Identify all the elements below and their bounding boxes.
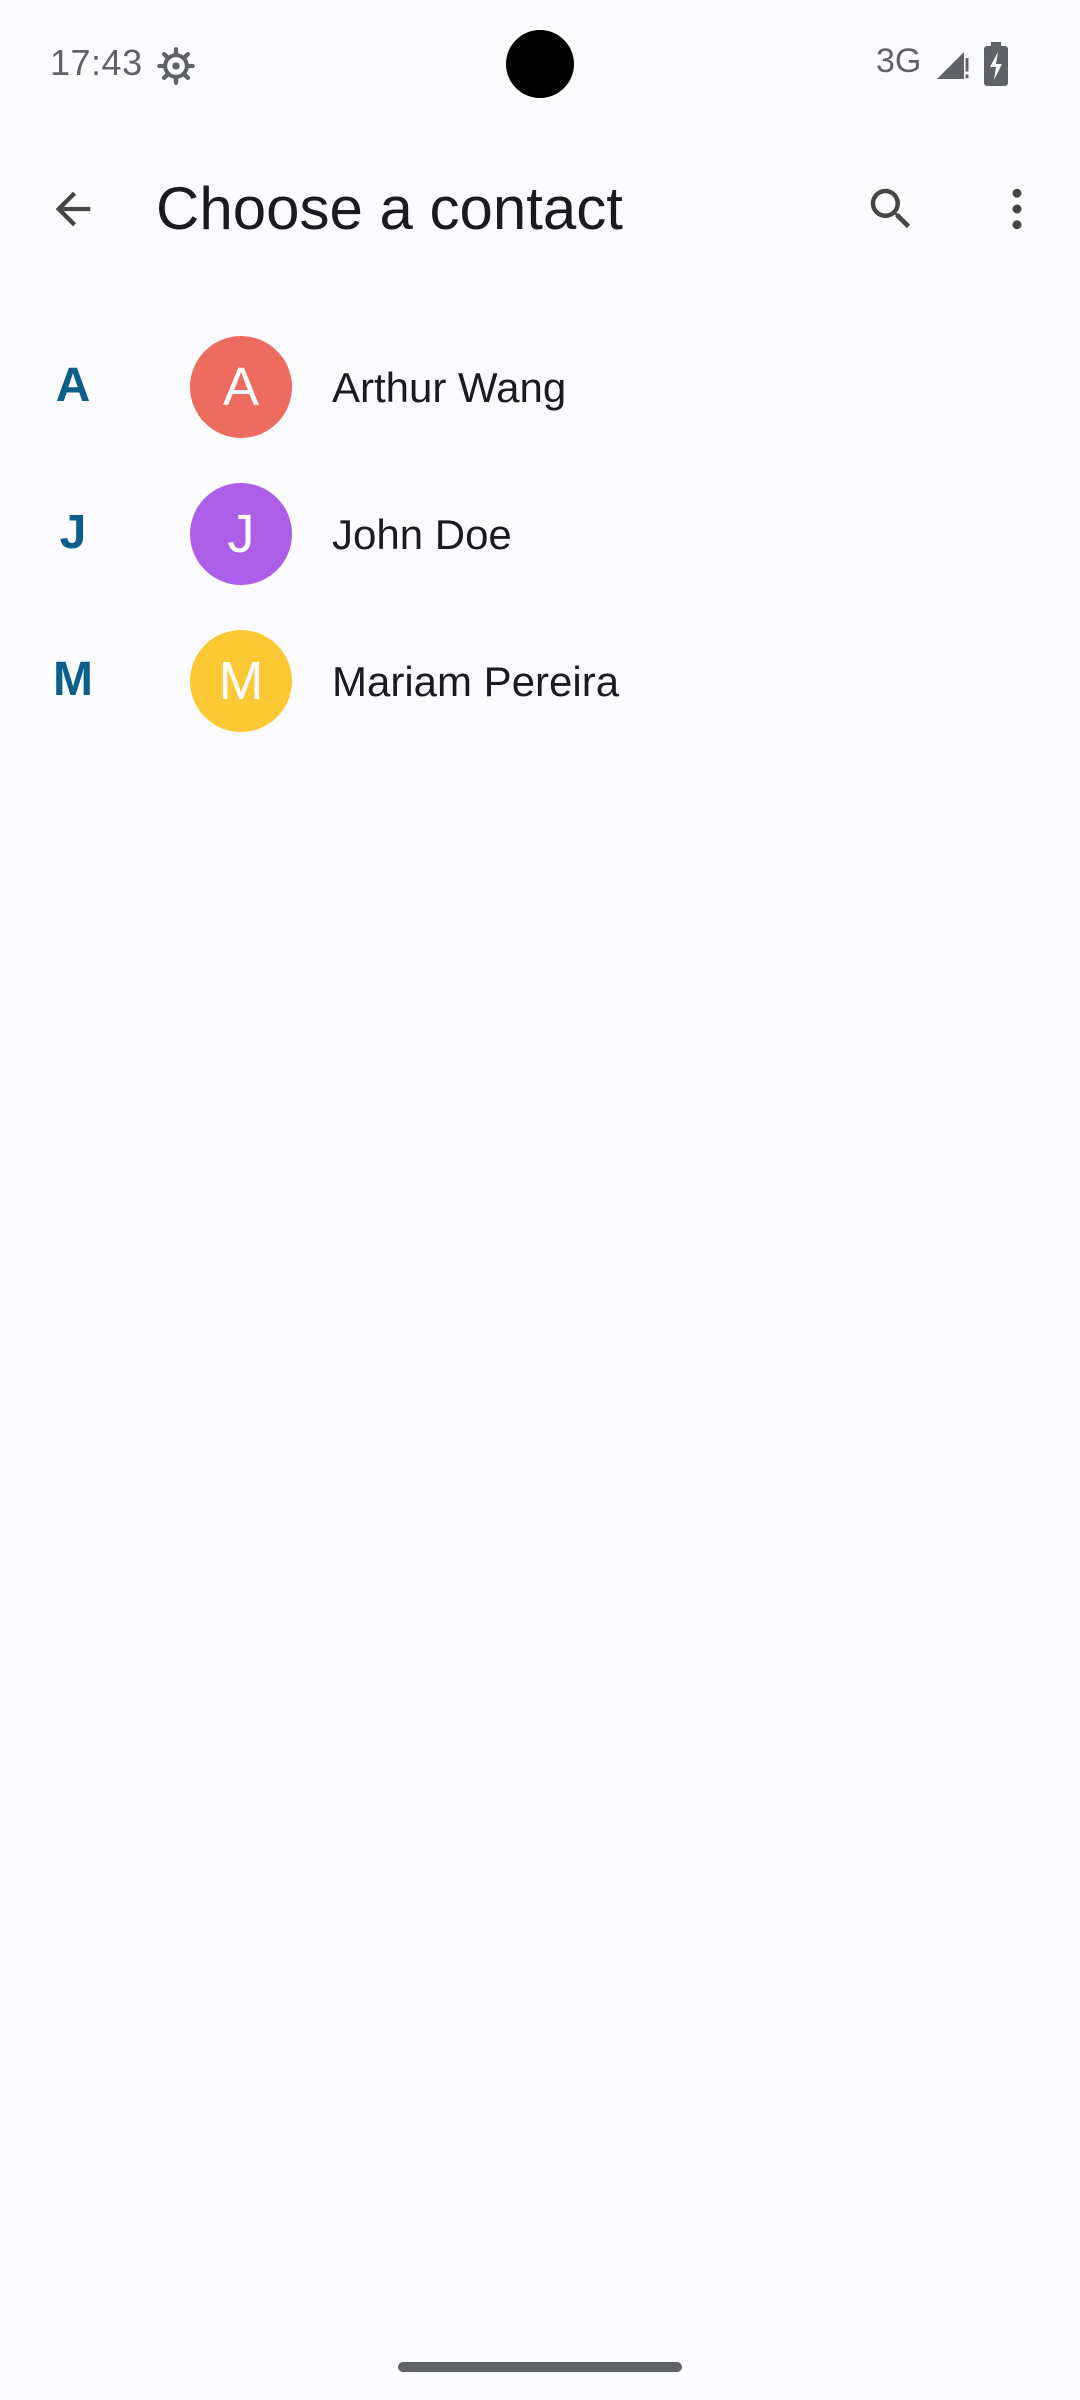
contact-name: Arthur Wang: [332, 364, 567, 411]
more-vert-icon: [990, 182, 1044, 241]
network-type-label: 3G: [876, 42, 922, 80]
avatar: J: [190, 483, 292, 585]
search-icon: [864, 182, 918, 241]
avatar: A: [190, 336, 292, 438]
signal-icon: [934, 46, 970, 82]
contact-name: Mariam Pereira: [332, 658, 620, 705]
avatar-initial: J: [227, 504, 255, 564]
avatar-initial: M: [218, 651, 264, 711]
contact-row-arthur-wang[interactable]: A A Arthur Wang: [0, 314, 1080, 461]
page-title: Choose a contact: [156, 175, 623, 242]
avatar-initial: A: [222, 357, 260, 417]
section-letter: A: [55, 359, 91, 412]
section-letter: J: [59, 506, 87, 559]
back-button[interactable]: [0, 138, 146, 284]
camera-cutout: [506, 30, 574, 98]
status-bar: 17:43 3G: [0, 0, 1080, 128]
section-letter: M: [53, 653, 93, 706]
status-time: 17:43: [50, 42, 143, 83]
settings-gear-icon: [156, 46, 196, 86]
search-button[interactable]: [828, 148, 954, 274]
contact-row-john-doe[interactable]: J J John Doe: [0, 461, 1080, 608]
gesture-nav-handle[interactable]: [398, 2362, 682, 2372]
battery-charging-icon: [984, 42, 1008, 86]
arrow-back-icon: [47, 183, 99, 240]
avatar: M: [190, 630, 292, 732]
contact-list: A A Arthur Wang J J John Doe M M Mariam …: [0, 314, 1080, 755]
contact-row-mariam-pereira[interactable]: M M Mariam Pereira: [0, 608, 1080, 755]
app-bar: Choose a contact: [0, 128, 1080, 294]
contact-name: John Doe: [332, 511, 512, 558]
more-options-button[interactable]: [954, 148, 1080, 274]
